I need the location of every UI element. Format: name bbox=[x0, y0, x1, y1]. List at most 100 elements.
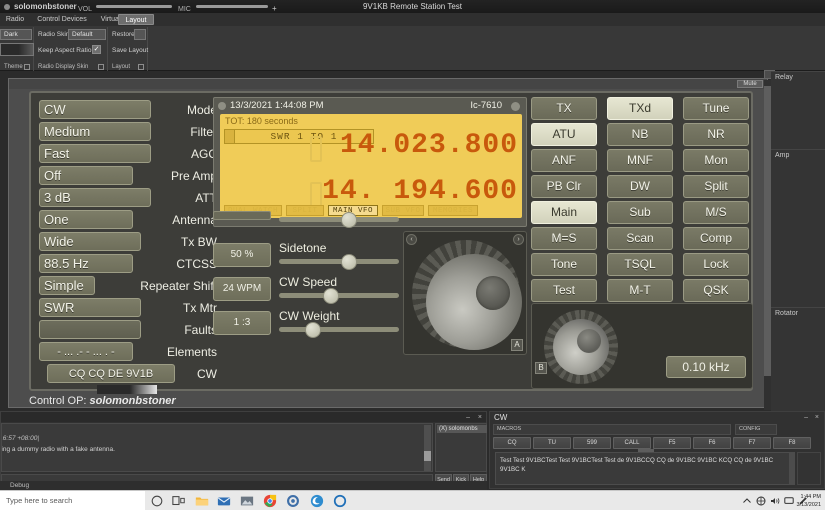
save-layout-label[interactable]: Save Layout bbox=[112, 47, 148, 54]
button-ms[interactable]: M/S bbox=[683, 201, 749, 224]
ribbon-group-radio-skin-dialog-launcher[interactable] bbox=[98, 64, 104, 70]
frequency-main[interactable]: 14.023.800 bbox=[340, 130, 518, 161]
cw-tab-config[interactable]: CONFIG bbox=[735, 424, 777, 435]
theme-combo[interactable]: Dark bbox=[0, 29, 32, 40]
taskbar-clock[interactable]: 1:44 PM 3/13/2021 bbox=[797, 493, 821, 509]
dock-scrollbar[interactable] bbox=[764, 80, 771, 410]
tab-layout[interactable]: Layout bbox=[118, 14, 154, 25]
lcd-button-sub-vfo[interactable]: SUB VFO bbox=[382, 205, 424, 216]
dock-panel-relay[interactable]: Relay bbox=[771, 71, 825, 149]
macro-button-tu[interactable]: TU bbox=[533, 437, 571, 449]
cw-speed-slider-track[interactable] bbox=[279, 288, 399, 304]
button-tx[interactable]: TX bbox=[531, 97, 597, 120]
sidetone-slider-track[interactable] bbox=[279, 254, 399, 270]
button-sub[interactable]: Sub bbox=[607, 201, 673, 224]
button-mon[interactable]: Mon bbox=[683, 149, 749, 172]
button-split[interactable]: Split bbox=[683, 175, 749, 198]
tab-radio[interactable]: Radio bbox=[2, 14, 28, 25]
faults-button[interactable] bbox=[39, 320, 141, 339]
chat-scrollbar[interactable] bbox=[424, 425, 431, 471]
button-scan[interactable]: Scan bbox=[607, 227, 673, 250]
sidetone-slider-knob[interactable] bbox=[341, 254, 357, 270]
chat-close-icon[interactable]: × bbox=[478, 414, 482, 421]
cw-text-scrollbar[interactable] bbox=[789, 453, 795, 484]
sub-knob-face[interactable] bbox=[553, 319, 609, 375]
mode-button[interactable]: CW bbox=[39, 100, 151, 119]
cw-speed-slider-knob[interactable] bbox=[323, 288, 339, 304]
tune-up-icon[interactable]: › bbox=[513, 234, 524, 245]
button-atu[interactable]: ATU bbox=[531, 123, 597, 146]
chevron-up-icon[interactable] bbox=[742, 496, 752, 506]
chat-user-list[interactable]: (X) solomonbs bbox=[435, 423, 487, 472]
restore-combo[interactable] bbox=[134, 29, 146, 40]
cw-text-area[interactable]: Test Test 9V1BCTest Test 9V1BCTest Test … bbox=[495, 452, 795, 485]
mail-icon[interactable] bbox=[217, 494, 231, 508]
chat-scrollbar-thumb[interactable] bbox=[424, 451, 431, 461]
button-m-t[interactable]: M-T bbox=[607, 279, 673, 302]
lcd-button-memories[interactable]: MEMORIES bbox=[428, 205, 478, 216]
button-comp[interactable]: Comp bbox=[683, 227, 749, 250]
repeater-shift-button[interactable]: Simple bbox=[39, 276, 95, 295]
macro-button-f6[interactable]: F6 bbox=[693, 437, 731, 449]
macro-button-call[interactable]: CALL bbox=[613, 437, 651, 449]
button-main[interactable]: Main bbox=[531, 201, 597, 224]
speaker-icon[interactable] bbox=[770, 496, 780, 506]
main-knob-face[interactable] bbox=[426, 254, 522, 350]
tuning-step-value[interactable]: 0.10 kHz bbox=[666, 356, 746, 378]
button-txd[interactable]: TXd bbox=[607, 97, 673, 120]
cw-minimize-icon[interactable]: – bbox=[804, 414, 808, 421]
mute-button[interactable]: Mute bbox=[737, 80, 763, 88]
button-tsql[interactable]: TSQL bbox=[607, 253, 673, 276]
main-tuning-knob-area[interactable]: ‹ › A bbox=[403, 231, 527, 355]
app-icon[interactable] bbox=[333, 494, 347, 508]
button-dw[interactable]: DW bbox=[607, 175, 673, 198]
ribbon-group-theme-dialog-launcher[interactable] bbox=[24, 64, 30, 70]
chat-user-entry[interactable]: (X) solomonbs bbox=[437, 425, 487, 433]
button-lock[interactable]: Lock bbox=[683, 253, 749, 276]
agc-button[interactable]: Fast bbox=[39, 144, 151, 163]
macro-button-f5[interactable]: F5 bbox=[653, 437, 691, 449]
macro-button-f7[interactable]: F7 bbox=[733, 437, 771, 449]
macro-button-f8[interactable]: F8 bbox=[773, 437, 811, 449]
settings-icon[interactable] bbox=[286, 494, 300, 508]
keep-aspect-ratio-checkbox[interactable]: ✓ bbox=[92, 45, 101, 54]
action-center-icon[interactable] bbox=[784, 496, 794, 506]
button-pb-clr[interactable]: PB Clr bbox=[531, 175, 597, 198]
task-view-icon[interactable] bbox=[172, 494, 186, 508]
photos-icon[interactable] bbox=[240, 494, 254, 508]
antenna-button[interactable]: One bbox=[39, 210, 133, 229]
edge-icon[interactable] bbox=[310, 494, 324, 508]
cw-speed-value[interactable]: 24 WPM bbox=[213, 277, 271, 301]
elements-button[interactable]: - ... .- - ... . - bbox=[39, 342, 133, 361]
macro-button-cq[interactable]: CQ bbox=[493, 437, 531, 449]
cw-weight-slider-track[interactable] bbox=[279, 322, 399, 338]
cortana-icon[interactable] bbox=[150, 494, 164, 508]
button-anf[interactable]: ANF bbox=[531, 149, 597, 172]
att-button[interactable]: 3 dB bbox=[39, 188, 151, 207]
txbw-button[interactable]: Wide bbox=[39, 232, 141, 251]
mic-slider[interactable] bbox=[196, 5, 268, 8]
vfo-b-badge[interactable]: B bbox=[535, 362, 547, 374]
file-explorer-icon[interactable] bbox=[195, 494, 209, 508]
network-icon[interactable] bbox=[756, 496, 766, 506]
main-knob-ring[interactable] bbox=[412, 240, 522, 350]
volume-slider[interactable] bbox=[96, 5, 172, 8]
frequency-sub[interactable]: 14. 194.600 bbox=[322, 176, 518, 207]
button-mnf[interactable]: MNF bbox=[607, 149, 673, 172]
tune-down-icon[interactable]: ‹ bbox=[406, 234, 417, 245]
preamp-button[interactable]: Off bbox=[39, 166, 133, 185]
chat-minimize-icon[interactable]: – bbox=[466, 414, 470, 421]
sub-knob-ring[interactable] bbox=[544, 310, 618, 384]
search-input[interactable]: Type here to search bbox=[0, 491, 145, 510]
button-nr[interactable]: NR bbox=[683, 123, 749, 146]
cw-close-icon[interactable]: × bbox=[815, 414, 819, 421]
tx-meter-button[interactable]: SWR bbox=[39, 298, 141, 317]
button-qsk[interactable]: QSK bbox=[683, 279, 749, 302]
chat-log[interactable]: ...one the remote? er | 2021-03-13 13:16… bbox=[1, 423, 433, 472]
button-m-eq-s[interactable]: M=S bbox=[531, 227, 597, 250]
button-tune[interactable]: Tune bbox=[683, 97, 749, 120]
chrome-icon[interactable] bbox=[263, 494, 277, 508]
button-tone[interactable]: Tone bbox=[531, 253, 597, 276]
macro-button-599[interactable]: 599 bbox=[573, 437, 611, 449]
filter-button[interactable]: Medium bbox=[39, 122, 151, 141]
